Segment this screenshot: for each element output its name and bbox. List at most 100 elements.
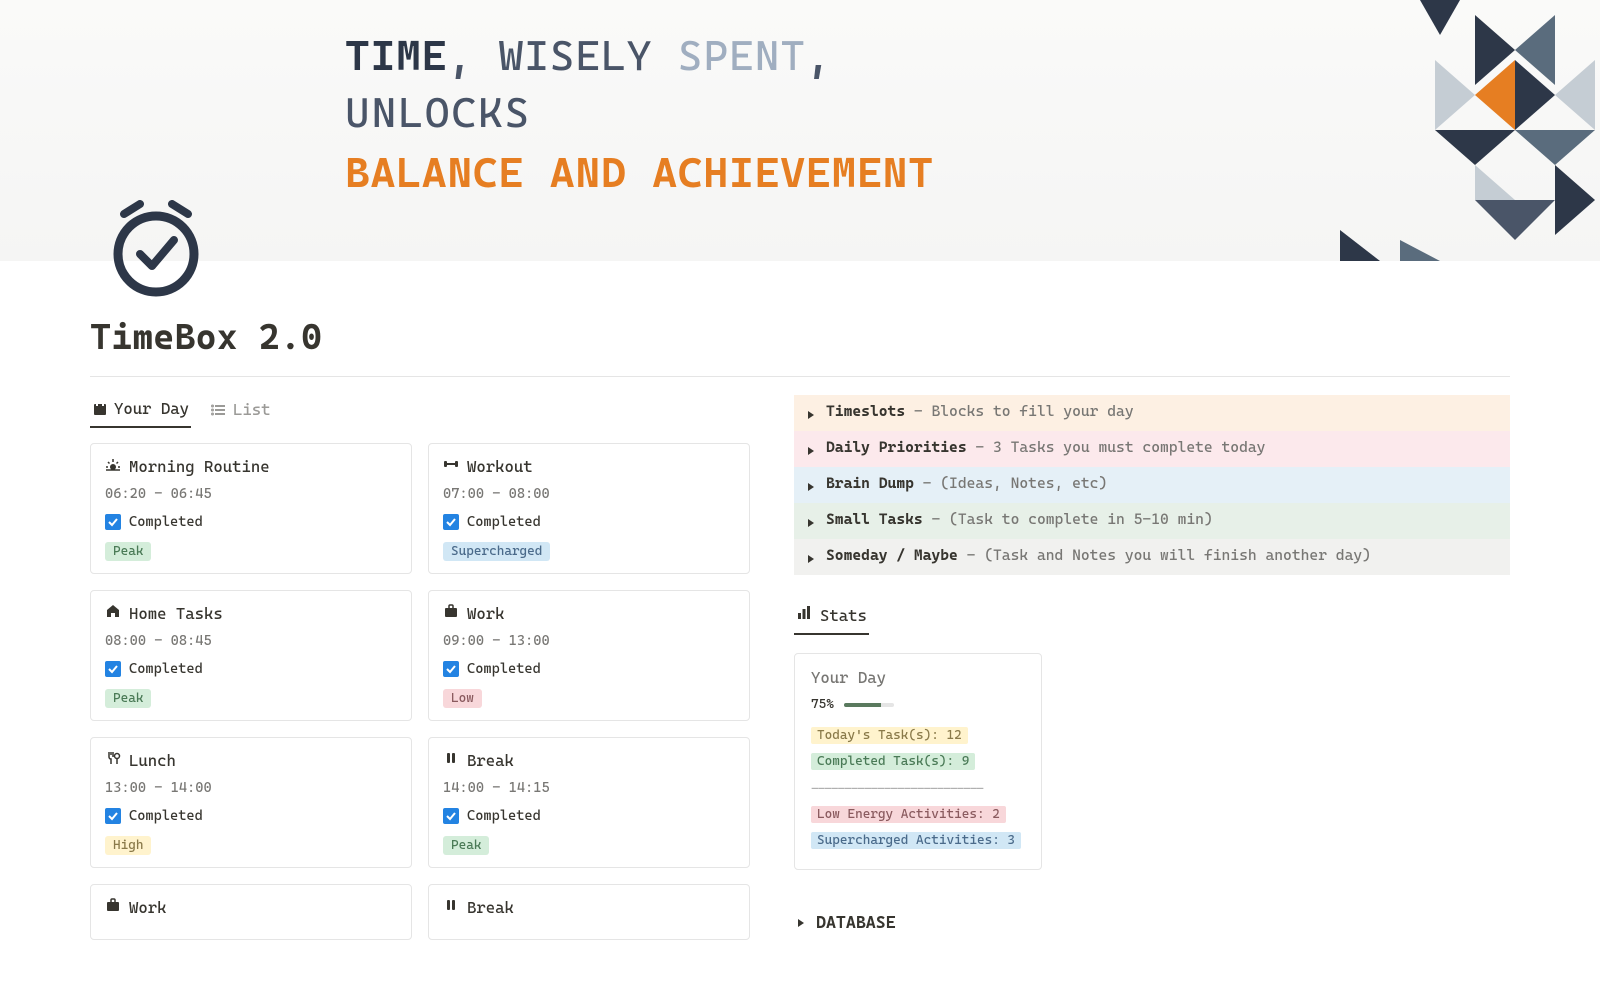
task-card[interactable]: Morning Routine 06:20 - 06:45 Completed Pea…: [90, 443, 412, 574]
progress-bar: [844, 703, 894, 707]
task-card[interactable]: Break 14:00 - 14:15 Completed Peak: [428, 737, 750, 868]
stat-today-tasks: Today's Task(s): 12: [811, 727, 968, 744]
completed-label: Completed: [129, 661, 203, 677]
pause-icon: [443, 897, 459, 917]
toggle-desc: - Blocks to fill your day: [905, 402, 1134, 420]
card-time: 06:20 - 06:45: [105, 486, 397, 502]
card-completed: Completed: [105, 661, 397, 677]
hero-triangles-decor: [1180, 0, 1600, 261]
toggle-row[interactable]: Timeslots - Blocks to fill your day: [794, 395, 1510, 431]
stat-divider: --------------------------: [811, 782, 1025, 797]
energy-tag: Low: [443, 689, 482, 708]
stat-completed-tasks: Completed Task(s): 9: [811, 753, 975, 770]
task-card[interactable]: Lunch 13:00 - 14:00 Completed High: [90, 737, 412, 868]
app-icon: [106, 200, 206, 300]
toggle-list: Timeslots - Blocks to fill your dayDaily…: [794, 395, 1510, 575]
toggle-label: Brain Dump: [826, 474, 914, 492]
card-title-text: Morning Routine: [129, 457, 270, 476]
checkbox-checked-icon[interactable]: [105, 808, 121, 824]
checkbox-checked-icon[interactable]: [443, 661, 459, 677]
card-completed: Completed: [105, 808, 397, 824]
task-card[interactable]: Work: [90, 884, 412, 940]
completed-label: Completed: [129, 514, 203, 530]
hero-spent: SPENT: [678, 31, 806, 80]
card-title-text: Work: [129, 898, 167, 917]
hero-text: TIME, WISELY SPENT, UNLOCKS BALANCE AND …: [345, 28, 934, 202]
card-completed: Completed: [443, 808, 735, 824]
progress-row: 75%: [811, 697, 1025, 712]
fork-icon: [105, 750, 121, 770]
tab-stats[interactable]: Stats: [794, 599, 869, 635]
card-time: 08:00 - 08:45: [105, 633, 397, 649]
stat-low-energy: Low Energy Activities: 2: [811, 806, 1006, 823]
checkbox-checked-icon[interactable]: [105, 514, 121, 530]
stats-tab-label: Stats: [820, 606, 867, 625]
calendar-icon: [92, 401, 108, 417]
card-completed: Completed: [443, 661, 735, 677]
toggle-desc: - (Task and Notes you will finish anothe…: [958, 546, 1371, 564]
energy-tag: Peak: [443, 836, 489, 855]
completed-label: Completed: [467, 808, 541, 824]
checkbox-checked-icon[interactable]: [443, 514, 459, 530]
card-time: 09:00 - 13:00: [443, 633, 735, 649]
card-title-text: Work: [467, 604, 505, 623]
task-card[interactable]: Home Tasks 08:00 - 08:45 Completed Peak: [90, 590, 412, 721]
completed-label: Completed: [129, 808, 203, 824]
energy-tag: Peak: [105, 542, 151, 561]
toggle-desc: - (Ideas, Notes, etc): [914, 474, 1107, 492]
toggle-row[interactable]: Daily Priorities - 3 Tasks you must comp…: [794, 431, 1510, 467]
triangle-right-icon: [796, 912, 806, 932]
tab-your-day[interactable]: Your Day: [90, 395, 191, 428]
task-card[interactable]: Work 09:00 - 13:00 Completed Low: [428, 590, 750, 721]
toggle-row[interactable]: Someday / Maybe - (Task and Notes you wi…: [794, 539, 1510, 575]
triangle-right-icon: [806, 406, 816, 424]
hero-balance: BALANCE AND ACHIEVEMENT: [345, 145, 934, 202]
card-time: 14:00 - 14:15: [443, 780, 735, 796]
hero-comma: ,: [447, 31, 498, 80]
stats-card[interactable]: Your Day 75% Today's Task(s): 12 Complet…: [794, 653, 1042, 870]
hero-time: TIME: [345, 31, 447, 80]
card-completed: Completed: [443, 514, 735, 530]
toggle-row[interactable]: Small Tasks - (Task to complete in 5-10 …: [794, 503, 1510, 539]
card-title-text: Home Tasks: [129, 604, 223, 623]
tab-list-label: List: [233, 400, 271, 419]
toggle-label: Small Tasks: [826, 510, 923, 528]
card-time: 07:00 - 08:00: [443, 486, 735, 502]
completed-label: Completed: [467, 514, 541, 530]
view-tabs: Your Day List: [90, 395, 750, 429]
triangle-right-icon: [806, 514, 816, 532]
card-title-text: Break: [467, 898, 514, 917]
hero-unlocks: UNLOCKS: [345, 88, 531, 137]
card-title-text: Lunch: [129, 751, 176, 770]
energy-tag: Supercharged: [443, 542, 550, 561]
hero-banner: TIME, WISELY SPENT, UNLOCKS BALANCE AND …: [0, 0, 1600, 261]
briefcase-icon: [105, 897, 121, 917]
tab-your-day-label: Your Day: [114, 399, 189, 418]
task-card[interactable]: Workout07:00 - 08:00CompletedSupercharge…: [428, 443, 750, 574]
card-title-text: Break: [467, 751, 514, 770]
task-card[interactable]: Break: [428, 884, 750, 940]
toggle-label: Someday / Maybe: [826, 546, 958, 564]
toggle-desc: - (Task to complete in 5-10 min): [923, 510, 1213, 528]
energy-tag: Peak: [105, 689, 151, 708]
triangle-right-icon: [806, 442, 816, 460]
cards-grid: Morning Routine 06:20 - 06:45 Completed Pea…: [90, 443, 750, 940]
triangle-right-icon: [806, 478, 816, 496]
toggle-row[interactable]: Brain Dump - (Ideas, Notes, etc): [794, 467, 1510, 503]
toggle-desc: - 3 Tasks you must complete today: [967, 438, 1266, 456]
database-toggle[interactable]: DATABASE: [794, 902, 1510, 942]
list-icon: [211, 402, 227, 418]
energy-tag: High: [105, 836, 151, 855]
sunrise-icon: [105, 456, 121, 476]
checkbox-checked-icon[interactable]: [105, 661, 121, 677]
dumbbell-icon: [443, 456, 459, 476]
tab-list[interactable]: List: [209, 395, 273, 428]
hero-comma2: ,: [806, 31, 832, 80]
hero-wisely: WISELY: [499, 31, 678, 80]
card-time: 13:00 - 14:00: [105, 780, 397, 796]
triangle-right-icon: [806, 550, 816, 568]
checkbox-checked-icon[interactable]: [443, 808, 459, 824]
divider: [90, 376, 1510, 377]
page-title: TimeBox 2.0: [90, 317, 1510, 358]
home-icon: [105, 603, 121, 623]
